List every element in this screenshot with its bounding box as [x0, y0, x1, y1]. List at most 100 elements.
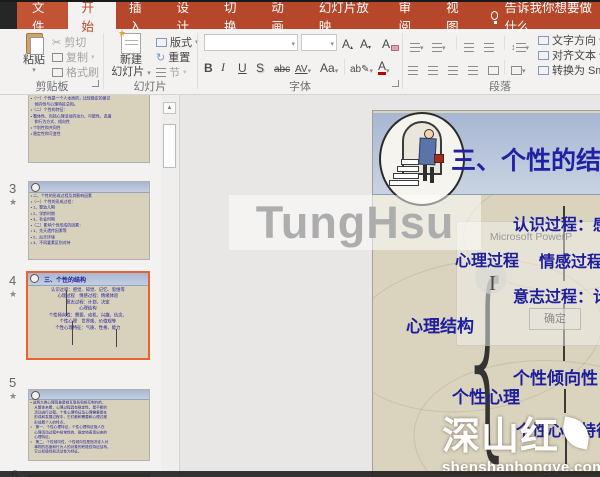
- briefcase: [434, 154, 444, 163]
- tab-slideshow[interactable]: 幻灯片放映: [306, 2, 386, 29]
- text-highlight-button[interactable]: ab✎▾: [350, 58, 373, 76]
- slide-number-5: 5: [9, 375, 16, 390]
- label-mental-structure[interactable]: 心理结构: [406, 312, 474, 337]
- slide-thumbnail-panel: •（一）个性是一个人本质的，比较稳定的意识 倾向性与心理特征总和。•（二）个性的…: [0, 95, 180, 477]
- scrollbar-up-arrow[interactable]: ▲: [163, 102, 176, 114]
- section-button[interactable]: 节 ▾: [156, 65, 187, 79]
- font-size-caret: ▾: [330, 40, 334, 48]
- text-shadow-button[interactable]: S: [256, 58, 264, 76]
- strikethrough-button[interactable]: abc: [274, 58, 290, 76]
- animation-star-icon[interactable]: ★: [9, 289, 17, 300]
- tab-review[interactable]: 审阅: [386, 2, 433, 29]
- clipboard-dialog-launcher[interactable]: [92, 80, 99, 87]
- tab-file[interactable]: 文件: [17, 2, 68, 29]
- increase-font-size-button[interactable]: A▴: [342, 34, 353, 52]
- mini-clipart: [30, 274, 39, 283]
- tab-animations[interactable]: 动画: [258, 2, 305, 29]
- copy-label: 复制: [66, 49, 88, 65]
- stair-step: [389, 180, 419, 186]
- thumbnail-3-header: [29, 182, 149, 193]
- group-divider: [402, 33, 403, 89]
- new-slide-button[interactable]: 新建 幻灯片 ▾: [108, 33, 154, 79]
- layout-button[interactable]: 版式 ▾: [156, 35, 199, 49]
- label-emotional-process[interactable]: 情感过程：: [539, 248, 600, 272]
- align-text-label: 对齐文本: [552, 47, 596, 63]
- columns-button[interactable]: ▾: [511, 58, 526, 76]
- font-color-button[interactable]: A▾: [378, 58, 390, 76]
- label-will-process[interactable]: 意志过程：计: [513, 283, 600, 307]
- thumbnail-4-title: 三、个性的结构: [44, 275, 86, 284]
- paste-dropdown-caret[interactable]: ▾: [32, 67, 36, 75]
- align-right-button[interactable]: [448, 58, 458, 76]
- reset-icon: ↻: [156, 51, 165, 64]
- section-icon: [156, 68, 166, 77]
- tab-view[interactable]: 视图: [433, 2, 480, 29]
- align-left-button[interactable]: [408, 58, 418, 76]
- slide-title[interactable]: 三、个性的结构: [451, 141, 600, 177]
- copy-button[interactable]: 复制 ▾: [52, 50, 95, 64]
- format-painter-icon: [52, 68, 63, 77]
- brand-name-text: 深山红: [442, 405, 559, 460]
- pen-icon: ✎: [361, 64, 369, 75]
- clear-formatting-button[interactable]: A: [382, 34, 399, 52]
- scissors-icon: ✂: [52, 36, 61, 49]
- label-personality-tendency[interactable]: 个性倾向性：: [513, 364, 600, 389]
- thumbnail-slide-4-selected[interactable]: 三、个性的结构 认识过程：感觉、知觉、记忆、思维等心理过程 情感过程：情绪体验意…: [26, 271, 150, 360]
- window-left-edge: [0, 2, 17, 29]
- tab-home[interactable]: 开始: [68, 2, 115, 29]
- character-spacing-button[interactable]: AV▾: [295, 58, 311, 76]
- change-case-button[interactable]: Aa▾: [320, 58, 338, 76]
- thumbnail-4-header: 三、个性的结构: [28, 273, 148, 286]
- thumbnail-slide-3[interactable]: • 二、个性的形成过程及其影响因素•（一）个性的形成过程：• 1、婴幼儿期• 2…: [28, 181, 150, 260]
- tab-transitions[interactable]: 切换: [211, 2, 258, 29]
- format-painter-button[interactable]: 格式刷: [52, 65, 99, 79]
- tab-insert[interactable]: 插入: [116, 2, 163, 29]
- animation-star-icon[interactable]: ★: [9, 197, 17, 208]
- slides-group-label: 幻灯片: [108, 78, 192, 94]
- scrollbar-thumb[interactable]: [163, 124, 176, 168]
- decrease-font-size-button[interactable]: A▾: [360, 34, 371, 52]
- group-divider: [103, 33, 104, 89]
- decrease-indent-button[interactable]: [464, 35, 474, 53]
- new-slide-icon: [121, 33, 141, 54]
- leaf-icon: [559, 416, 592, 449]
- cut-label: 剪切: [64, 34, 86, 50]
- text-line: • 3、不同要素区别对待: [31, 241, 148, 247]
- font-name-select[interactable]: ▾: [204, 34, 298, 51]
- text-direction-button[interactable]: 文字方向 ▾: [538, 33, 600, 47]
- animation-star-icon[interactable]: ★: [9, 391, 17, 402]
- columns-icon: [511, 66, 522, 75]
- underline-button[interactable]: U: [238, 58, 247, 76]
- label-mental-process[interactable]: 心理过程: [455, 247, 519, 271]
- numbering-icon: [432, 43, 442, 52]
- italic-button[interactable]: I: [221, 58, 225, 76]
- reset-button[interactable]: ↻ 重置: [156, 50, 190, 64]
- thumbnail-5-header: [29, 390, 149, 400]
- align-center-button[interactable]: [428, 58, 438, 76]
- line-spacing-button[interactable]: ↕▾: [511, 35, 529, 53]
- convert-smartart-button[interactable]: 转换为 Sm: [538, 63, 600, 77]
- thumbnail-slide-5[interactable]: • 这两大类心理现象是相互联系和相互制约的， 从整体来看，心理过程具有稳定性，是…: [28, 389, 150, 461]
- tell-me-box[interactable]: 告诉我你想要做什么: [491, 2, 600, 29]
- bold-button[interactable]: B: [204, 58, 213, 76]
- distribute-button[interactable]: [488, 58, 499, 76]
- decrease-indent-icon: [464, 43, 474, 52]
- justify-icon: [468, 66, 478, 75]
- justify-button[interactable]: [468, 58, 478, 76]
- font-size-select[interactable]: ▾: [301, 34, 337, 51]
- font-dialog-launcher[interactable]: [392, 80, 399, 87]
- align-text-button[interactable]: 对齐文本 ▾: [538, 48, 600, 62]
- thumbnail-slide-2[interactable]: •（一）个性是一个人本质的，比较稳定的意识 倾向性与心理特征总和。•（二）个性的…: [28, 95, 150, 163]
- paste-button[interactable]: 粘贴 ▾: [14, 33, 54, 79]
- numbering-button[interactable]: ▾: [432, 35, 446, 53]
- label-cognitive-process[interactable]: 认识过程：感: [513, 211, 600, 235]
- powerpoint-window: 文件 开始 插入 设计 切换 动画 幻灯片放映 审阅 视图 告诉我你想要做什么 …: [0, 0, 600, 477]
- ribbon-tab-bar: 文件 开始 插入 设计 切换 动画 幻灯片放映 审阅 视图 告诉我你想要做什么: [0, 2, 600, 29]
- convert-smartart-label: 转换为 Sm: [552, 62, 600, 78]
- increase-indent-button[interactable]: [484, 35, 494, 53]
- man-head: [424, 129, 434, 139]
- tab-design[interactable]: 设计: [163, 2, 210, 29]
- layout-label: 版式: [170, 34, 192, 50]
- bullets-button[interactable]: ▾: [410, 35, 424, 53]
- cut-button[interactable]: ✂ 剪切: [52, 35, 86, 49]
